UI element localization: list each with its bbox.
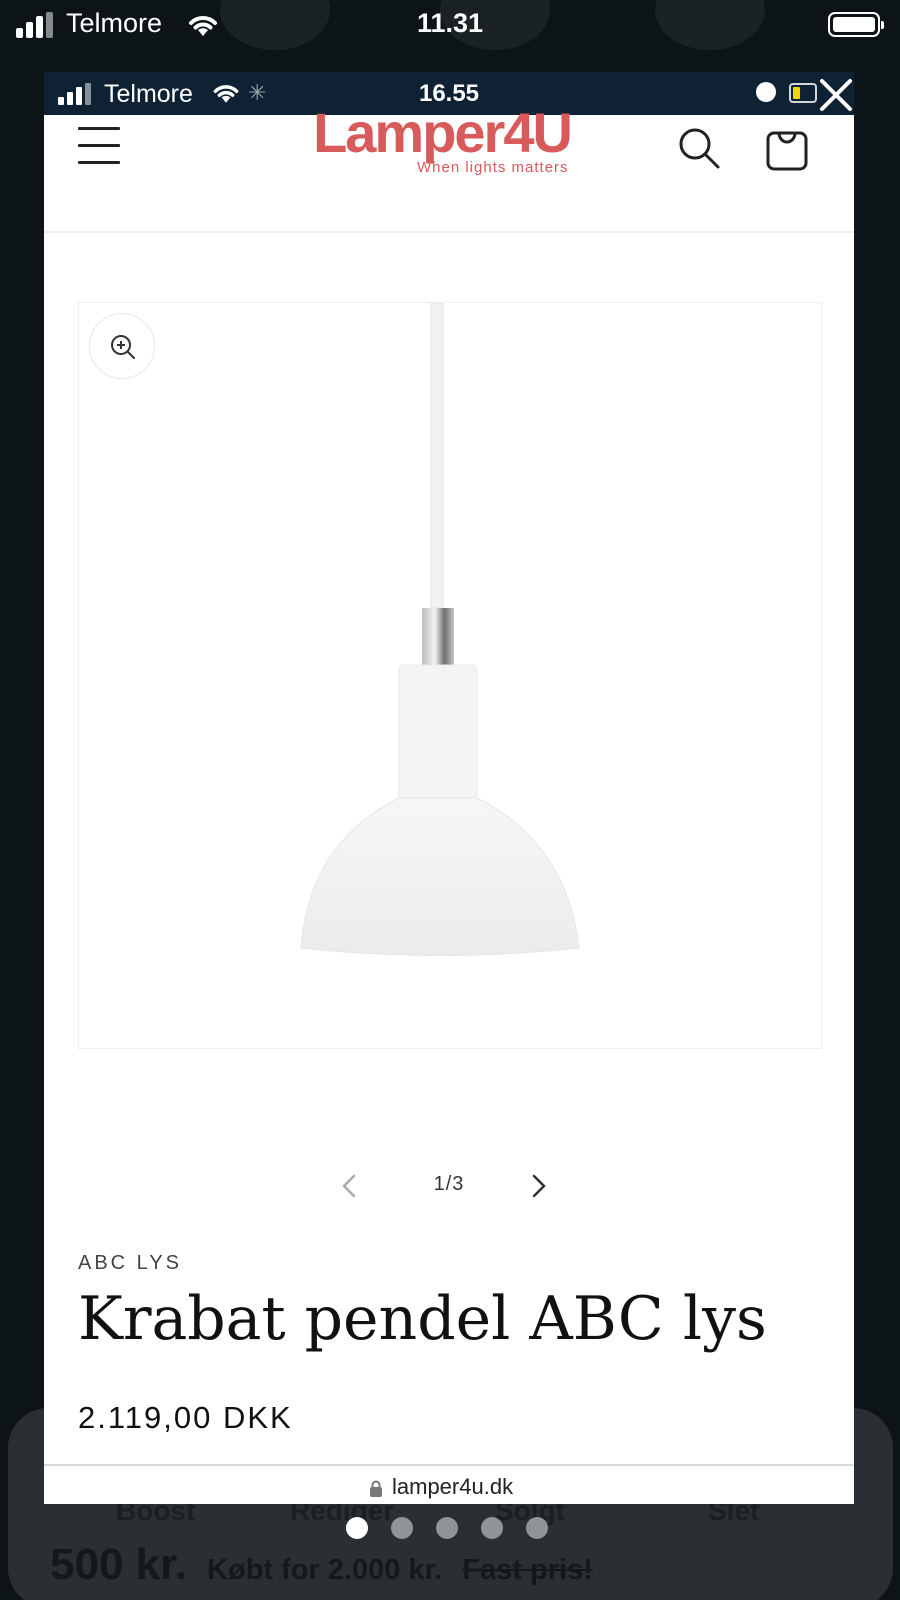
fixed-price-text: Fast pris! — [462, 1554, 593, 1586]
battery-icon — [828, 12, 884, 37]
alarm-icon — [756, 82, 776, 102]
site-logo[interactable]: Lamper4U When lights matters — [292, 105, 592, 185]
battery-icon — [789, 83, 817, 103]
story-screenshot: Telmore ✳ 16.55 Lamper4U When lights mat… — [44, 72, 854, 1504]
chevron-right-icon[interactable] — [524, 1166, 554, 1206]
page-dot[interactable] — [436, 1517, 458, 1539]
product-title: Krabat pendel ABC lys — [78, 1284, 767, 1354]
product-image — [300, 303, 580, 956]
gallery-pager: 1/3 — [44, 1166, 854, 1206]
zoom-button[interactable] — [89, 313, 155, 379]
logo-brand: Lamper4U — [313, 101, 573, 164]
gallery-counter: 1/3 — [433, 1173, 465, 1195]
page-dot[interactable] — [391, 1517, 413, 1539]
product-vendor: ABC LYS — [78, 1252, 182, 1274]
menu-icon[interactable] — [78, 127, 120, 165]
page-dot[interactable] — [346, 1517, 368, 1539]
url-text: lamper4u.dk — [392, 1474, 514, 1499]
lock-icon — [370, 1480, 382, 1497]
site-header: Lamper4U When lights matters — [44, 105, 854, 233]
cart-icon[interactable] — [764, 123, 810, 173]
zoom-icon — [111, 335, 135, 359]
browser-url-bar[interactable]: lamper4u.dk — [44, 1464, 854, 1504]
product-price: 2.119,00 DKK — [78, 1400, 293, 1435]
listing-price: 500 kr. — [50, 1540, 188, 1589]
page-dot[interactable] — [526, 1517, 548, 1539]
page-dot[interactable] — [481, 1517, 503, 1539]
background-price-row: 500 kr. Købt for 2.000 kr. Fast pris! — [50, 1540, 593, 1590]
search-icon[interactable] — [676, 125, 722, 171]
page-indicator[interactable] — [346, 1517, 548, 1539]
outer-status-bar: Telmore 11.31 — [0, 0, 900, 50]
close-icon[interactable] — [816, 75, 854, 115]
product-image-gallery[interactable] — [78, 302, 822, 1049]
status-time: 11.31 — [416, 8, 484, 38]
bought-for-text: Købt for 2.000 kr. — [207, 1554, 443, 1586]
